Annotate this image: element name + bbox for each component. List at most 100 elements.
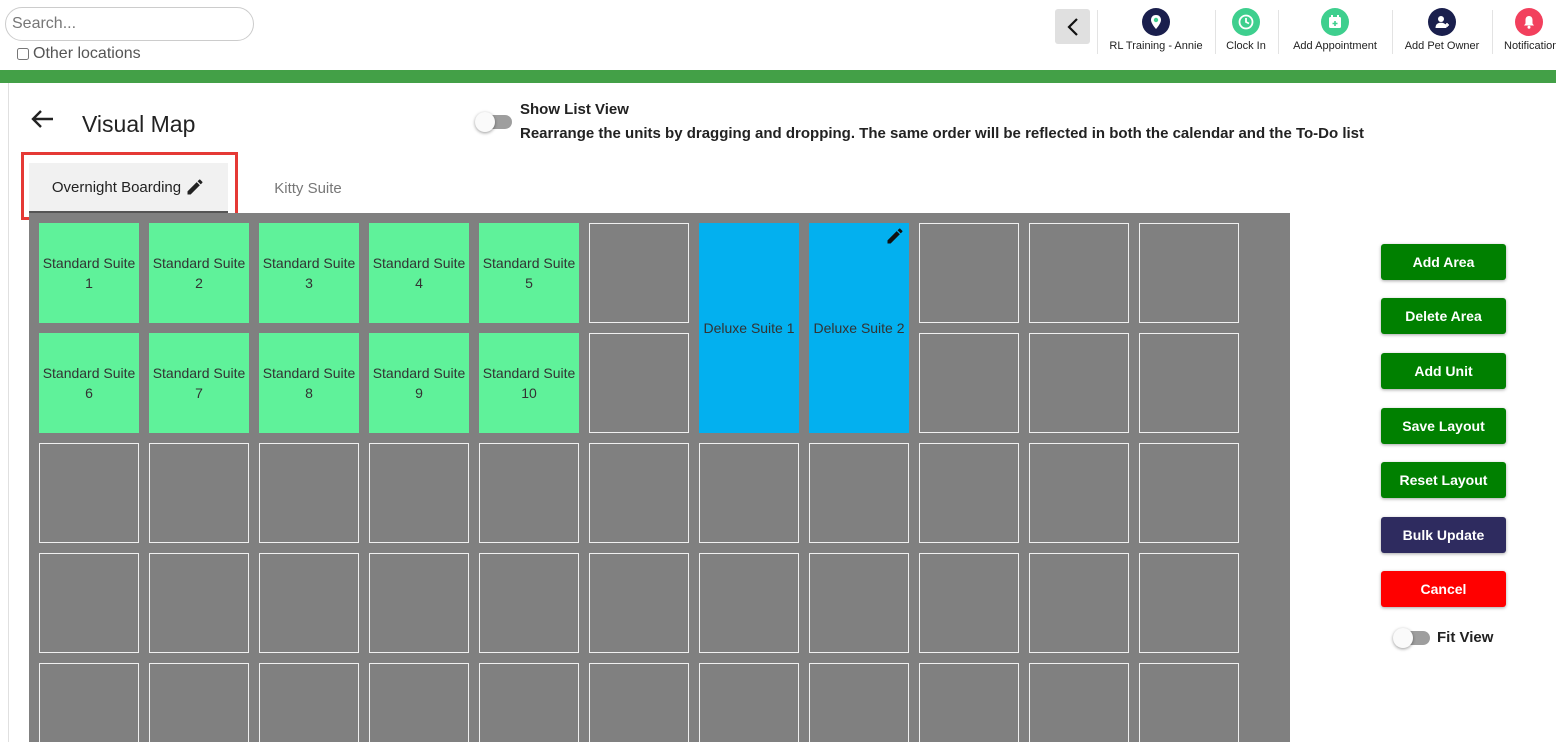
grid-cell[interactable] (149, 663, 249, 742)
bulk-update-button[interactable]: Bulk Update (1381, 517, 1506, 553)
grid-cell[interactable] (1139, 333, 1239, 433)
grid-cell[interactable] (259, 663, 359, 742)
back-button[interactable] (30, 107, 56, 136)
grid-cell[interactable] (259, 443, 359, 543)
fit-view-label: Fit View (1437, 629, 1494, 646)
grid-cell[interactable] (369, 663, 469, 742)
grid-cell[interactable] (1139, 223, 1239, 323)
map-unit[interactable]: Standard Suite 6 (39, 333, 139, 433)
map-unit[interactable]: Standard Suite 2 (149, 223, 249, 323)
grid-cell[interactable] (919, 223, 1019, 323)
delete-area-button[interactable]: Delete Area (1381, 298, 1506, 334)
add-appointment-button[interactable]: Add Appointment (1286, 8, 1384, 56)
grid-cell[interactable] (479, 553, 579, 653)
map-unit[interactable]: Standard Suite 7 (149, 333, 249, 433)
pencil-icon[interactable] (885, 226, 905, 251)
grid-cell[interactable] (919, 443, 1019, 543)
add-unit-button[interactable]: Add Unit (1381, 353, 1506, 389)
other-locations-checkbox[interactable]: Other locations (17, 45, 141, 63)
grid-cell[interactable] (919, 663, 1019, 742)
unit-number: 8 (305, 385, 313, 401)
grid-cell[interactable] (39, 443, 139, 543)
location-selector[interactable]: RL Training - Annie (1103, 8, 1209, 56)
map-unit[interactable]: Deluxe Suite 1 (699, 223, 799, 433)
unit-name: Standard Suite (482, 365, 576, 381)
grid-cell[interactable] (919, 333, 1019, 433)
map-unit[interactable]: Standard Suite 10 (479, 333, 579, 433)
fit-view-toggle[interactable] (1393, 628, 1430, 648)
grid-cell[interactable] (39, 553, 139, 653)
unit-number: 3 (305, 275, 313, 291)
map-unit[interactable]: Standard Suite 4 (369, 223, 469, 323)
grid-cell[interactable] (479, 443, 579, 543)
grid-cell[interactable] (699, 663, 799, 742)
map-unit[interactable]: Standard Suite 8 (259, 333, 359, 433)
page-title: Visual Map (82, 111, 196, 137)
add-area-button[interactable]: Add Area (1381, 244, 1506, 280)
unit-name: Standard Suite (262, 365, 356, 381)
grid-cell[interactable] (589, 663, 689, 742)
grid-cell[interactable] (1139, 443, 1239, 543)
arrow-left-icon (31, 110, 53, 128)
grid-cell[interactable] (589, 333, 689, 433)
grid-cell[interactable] (699, 443, 799, 543)
unit-name: Standard Suite (152, 255, 246, 271)
map-unit[interactable]: Standard Suite 3 (259, 223, 359, 323)
grid-cell[interactable] (1029, 333, 1129, 433)
grid-cell[interactable] (809, 443, 909, 543)
list-view-toggle[interactable] (475, 112, 512, 132)
unit-number: 9 (415, 385, 423, 401)
unit-name: Standard Suite (152, 365, 246, 381)
grid-cell[interactable] (1029, 223, 1129, 323)
map-unit[interactable]: Standard Suite 5 (479, 223, 579, 323)
header-accent-bar (0, 70, 1556, 83)
map-unit[interactable]: Deluxe Suite 2 (809, 223, 909, 433)
grid-cell[interactable] (369, 553, 469, 653)
cancel-button[interactable]: Cancel (1381, 571, 1506, 607)
add-pet-owner-label: Add Pet Owner (1404, 40, 1480, 52)
grid-cell[interactable] (1029, 663, 1129, 742)
bell-icon (1515, 8, 1543, 36)
other-locations-check[interactable] (17, 48, 29, 60)
list-view-label: Show List View (520, 101, 629, 118)
grid-cell[interactable] (589, 553, 689, 653)
location-pin-icon (1142, 8, 1170, 36)
grid-cell[interactable] (259, 553, 359, 653)
grid-cell[interactable] (479, 663, 579, 742)
unit-number: 1 (85, 275, 93, 291)
grid-cell[interactable] (589, 443, 689, 543)
add-person-icon (1428, 8, 1456, 36)
unit-name: Standard Suite (372, 255, 466, 271)
grid-cell[interactable] (1139, 663, 1239, 742)
unit-number: 5 (525, 275, 533, 291)
grid-cell[interactable] (149, 553, 249, 653)
add-pet-owner-button[interactable]: Add Pet Owner (1400, 8, 1484, 56)
unit-name: Standard Suite (42, 255, 136, 271)
grid-cell[interactable] (1029, 443, 1129, 543)
grid-cell[interactable] (809, 553, 909, 653)
notifications-label: Notifications (1504, 40, 1556, 52)
clock-in-button[interactable]: Clock In (1222, 8, 1270, 56)
tab-label: Kitty Suite (274, 179, 342, 197)
search-input[interactable] (5, 7, 254, 41)
chevron-left-icon (1066, 17, 1078, 36)
grid-cell[interactable] (809, 663, 909, 742)
grid-cell[interactable] (149, 443, 249, 543)
grid-cell[interactable] (699, 553, 799, 653)
tab-kitty-suite[interactable]: Kitty Suite (260, 163, 356, 213)
grid-cell[interactable] (919, 553, 1019, 653)
notifications-button[interactable]: Notifications (1500, 8, 1556, 56)
map-unit[interactable]: Standard Suite 1 (39, 223, 139, 323)
unit-number: 4 (415, 275, 423, 291)
grid-cell[interactable] (39, 663, 139, 742)
grid-cell[interactable] (369, 443, 469, 543)
reset-layout-button[interactable]: Reset Layout (1381, 462, 1506, 498)
collapse-toolbar-button[interactable] (1055, 9, 1090, 44)
active-tab-highlight (21, 152, 238, 220)
save-layout-button[interactable]: Save Layout (1381, 408, 1506, 444)
grid-cell[interactable] (1029, 553, 1129, 653)
location-label: RL Training - Annie (1109, 40, 1203, 52)
map-unit[interactable]: Standard Suite 9 (369, 333, 469, 433)
grid-cell[interactable] (589, 223, 689, 323)
grid-cell[interactable] (1139, 553, 1239, 653)
